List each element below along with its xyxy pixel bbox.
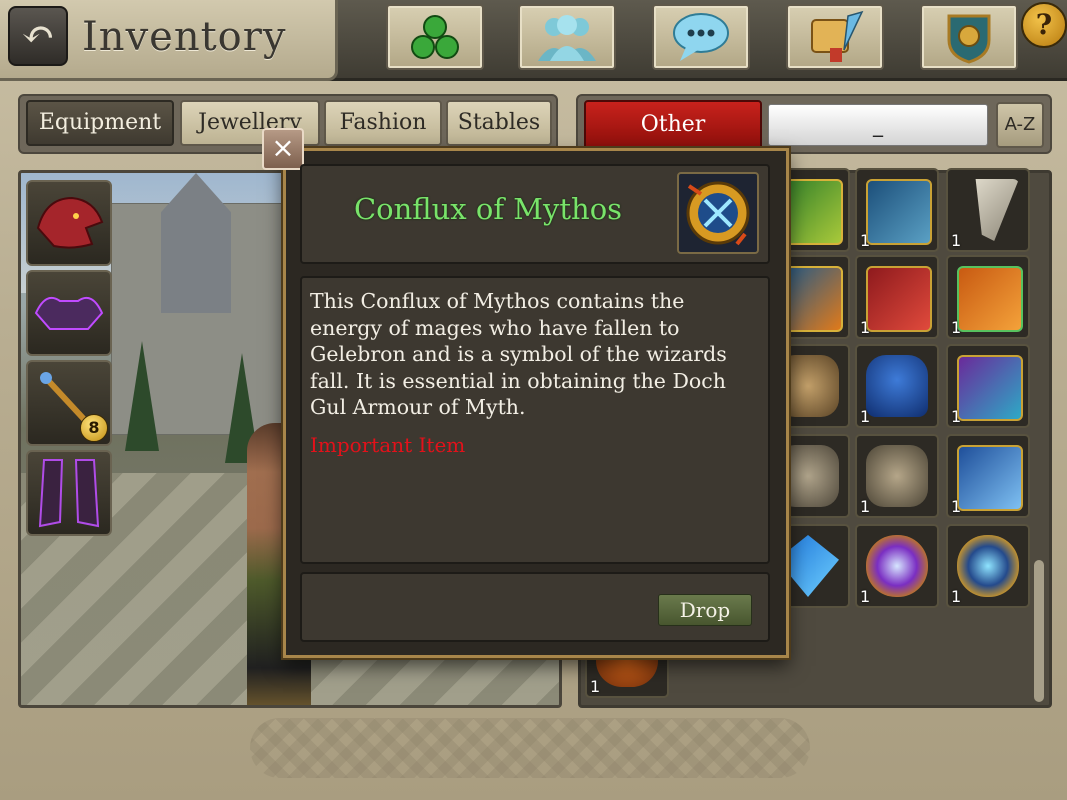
inventory-slot[interactable]: 1 <box>946 255 1030 339</box>
item-quantity: 1 <box>951 318 962 337</box>
tab-stables[interactable]: Stables <box>446 100 552 146</box>
triskelion-icon <box>411 15 459 59</box>
item-quantity: 1 <box>951 587 962 606</box>
equip-slot-head[interactable] <box>26 180 112 266</box>
back-button[interactable]: ↶ <box>8 6 68 66</box>
page-title: Inventory <box>82 14 287 60</box>
item-quantity: 1 <box>590 677 601 696</box>
item-quantity: 1 <box>951 231 962 250</box>
guild-button[interactable] <box>920 4 1018 70</box>
triskelion-button[interactable] <box>386 4 484 70</box>
equip-slot-legs[interactable] <box>26 450 112 536</box>
chat-button[interactable] <box>652 4 750 70</box>
item-quantity: 1 <box>860 318 871 337</box>
inventory-slot[interactable]: 1 <box>946 434 1030 518</box>
help-button[interactable]: ? <box>1021 2 1067 48</box>
item-quantity: 1 <box>860 497 871 516</box>
party-button[interactable] <box>518 4 616 70</box>
equip-slot-weapon[interactable]: 8 <box>26 360 112 446</box>
guild-crest-icon <box>947 14 991 64</box>
greaves-icon <box>38 459 100 528</box>
important-item-tag: Important Item <box>310 433 466 457</box>
item-image <box>677 172 759 254</box>
inventory-slot[interactable]: 1 <box>855 168 939 252</box>
inventory-slot[interactable]: 1 <box>855 255 939 339</box>
dragon-helm-icon <box>36 196 104 249</box>
search-input[interactable]: _ <box>768 104 988 146</box>
inventory-slot[interactable]: 1 <box>855 434 939 518</box>
quest-scroll-icon <box>811 10 864 62</box>
item-quantity: 1 <box>951 497 962 516</box>
conflux-icon <box>686 181 750 246</box>
shoulder-armor-icon <box>34 297 104 330</box>
item-quantity: 1 <box>951 407 962 426</box>
item-level-badge: 8 <box>80 414 108 442</box>
item-name: Conflux of Mythos <box>353 192 623 226</box>
tab-fashion[interactable]: Fashion <box>324 100 442 146</box>
quest-button[interactable] <box>786 4 884 70</box>
back-arrow-icon: ↶ <box>21 12 55 58</box>
drop-button[interactable]: Drop <box>658 594 752 626</box>
inventory-slot[interactable]: 1 <box>855 344 939 428</box>
inventory-slot[interactable]: 1 <box>946 168 1030 252</box>
inventory-slot[interactable]: 1 <box>855 524 939 608</box>
item-description: This Conflux of Mythos contains the ener… <box>310 289 727 419</box>
item-quantity: 1 <box>860 231 871 250</box>
inventory-slot[interactable]: 1 <box>946 344 1030 428</box>
grid-scrollbar[interactable] <box>1034 560 1044 702</box>
equip-slot-shoulders[interactable] <box>26 270 112 356</box>
category-dropdown[interactable]: Other <box>584 100 762 150</box>
close-button[interactable]: × <box>262 128 304 170</box>
item-quantity: 1 <box>860 407 871 426</box>
party-icon <box>538 15 596 61</box>
item-quantity: 1 <box>860 587 871 606</box>
tab-equipment[interactable]: Equipment <box>26 100 174 146</box>
celtic-knot-ornament <box>250 718 810 778</box>
chat-icon <box>673 13 729 61</box>
inventory-slot[interactable]: 1 <box>946 524 1030 608</box>
sort-button[interactable]: A-Z <box>996 102 1044 148</box>
